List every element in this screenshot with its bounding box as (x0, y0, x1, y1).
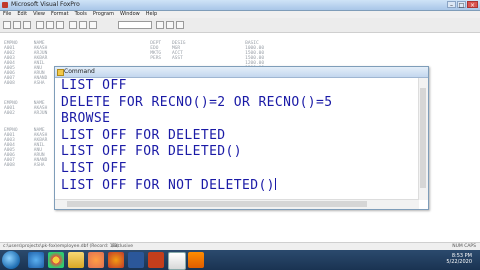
new-file-icon[interactable] (3, 21, 11, 29)
scroll-thumb[interactable] (420, 88, 426, 188)
menu-program[interactable]: Program (93, 11, 114, 18)
run-icon[interactable] (36, 21, 44, 29)
paste-icon[interactable] (89, 21, 97, 29)
ie-icon[interactable] (28, 252, 44, 268)
text-caret (274, 177, 276, 190)
command-window-icon[interactable] (156, 21, 164, 29)
horizontal-scrollbar[interactable] (55, 199, 419, 209)
folder-icon[interactable] (68, 252, 84, 268)
chrome-icon[interactable] (48, 252, 64, 268)
close-button[interactable]: × (467, 1, 478, 9)
print-icon[interactable] (46, 21, 54, 29)
toolbar (0, 18, 480, 33)
menu-view[interactable]: View (33, 11, 45, 18)
command-editor[interactable]: LIST OFF DELETE FOR RECNO()=2 OR RECNO()… (55, 78, 419, 200)
clock-date: 5/22/2020 (446, 259, 472, 265)
word-icon[interactable] (128, 252, 144, 268)
open-file-icon[interactable] (13, 21, 21, 29)
command-line[interactable]: LIST OFF FOR DELETED() (61, 144, 419, 161)
clock[interactable]: 8:53 PM 5/22/2020 (446, 253, 472, 265)
system-tray: 8:53 PM 5/22/2020 (430, 250, 480, 270)
copy-icon[interactable] (79, 21, 87, 29)
window-controls: – □ × (447, 1, 478, 9)
foxpro-icon[interactable] (168, 252, 186, 270)
menu-window[interactable]: Window (120, 11, 140, 18)
scroll-thumb[interactable] (67, 201, 367, 207)
menu-format[interactable]: Format (51, 11, 69, 18)
command-line[interactable]: DELETE FOR RECNO()=2 OR RECNO()=5 (61, 95, 419, 112)
command-line-text[interactable]: LIST OFF FOR NOT DELETED() (61, 178, 275, 193)
app-titlebar: Microsoft Visual FoxPro – □ × (0, 0, 480, 11)
command-window-icon (57, 69, 64, 76)
command-line[interactable]: LIST OFF FOR DELETED (61, 128, 419, 145)
minimize-button[interactable]: – (447, 1, 456, 9)
command-line[interactable]: BROWSE (61, 111, 419, 128)
vertical-scrollbar[interactable] (418, 78, 428, 200)
save-icon[interactable] (23, 21, 31, 29)
command-line-current[interactable]: LIST OFF FOR NOT DELETED() (61, 177, 419, 195)
cut-icon[interactable] (69, 21, 77, 29)
command-window[interactable]: Command LIST OFF DELETE FOR RECNO()=2 OR… (54, 66, 429, 210)
start-orb-icon[interactable] (2, 251, 20, 269)
data-session-icon[interactable] (166, 21, 174, 29)
maximize-button[interactable]: □ (457, 1, 466, 9)
vlc-icon[interactable] (188, 252, 204, 268)
command-window-title: Command (64, 68, 95, 75)
command-window-titlebar[interactable]: Command (55, 67, 428, 78)
menu-file[interactable]: File (3, 11, 11, 18)
foxpro-app-icon (2, 2, 8, 8)
menu-edit[interactable]: Edit (17, 11, 27, 18)
media-player-icon[interactable] (88, 252, 104, 268)
preview-icon[interactable] (56, 21, 64, 29)
firefox-icon[interactable] (108, 252, 124, 268)
powerpoint-icon[interactable] (148, 252, 164, 268)
menu-help[interactable]: Help (146, 11, 157, 18)
command-line[interactable]: LIST OFF (61, 161, 419, 178)
database-combo[interactable] (118, 21, 152, 29)
window-title: Microsoft Visual FoxPro (11, 1, 80, 8)
menu-bar: File Edit View Format Tools Program Wind… (0, 11, 480, 18)
help-icon[interactable] (176, 21, 184, 29)
command-line[interactable]: LIST OFF (61, 78, 419, 95)
menu-tools[interactable]: Tools (75, 11, 87, 18)
taskbar: 8:53 PM 5/22/2020 (0, 250, 480, 270)
